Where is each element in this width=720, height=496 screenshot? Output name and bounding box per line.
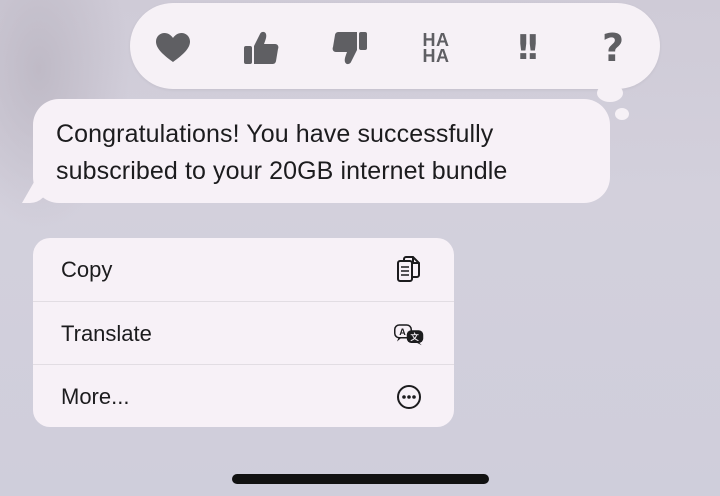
home-indicator[interactable] bbox=[232, 474, 489, 484]
double-exclamation-icon: !! bbox=[515, 28, 540, 68]
haha-reaction-button[interactable]: HA HA bbox=[413, 26, 459, 70]
menu-item-more[interactable]: More... bbox=[33, 365, 454, 427]
context-menu: Copy Translate A 文 More... bbox=[33, 238, 454, 427]
thumbs-down-reaction-button[interactable] bbox=[327, 26, 373, 70]
thumbs-down-icon bbox=[332, 32, 367, 65]
menu-item-translate[interactable]: Translate A 文 bbox=[33, 302, 454, 365]
haha-icon: HA HA bbox=[422, 31, 450, 66]
menu-item-copy[interactable]: Copy bbox=[33, 238, 454, 301]
reaction-bar-tail bbox=[597, 84, 623, 102]
message-bubble[interactable]: Congratulations! You have successfully s… bbox=[33, 99, 610, 203]
menu-item-label: More... bbox=[61, 383, 130, 409]
message-text: Congratulations! You have successfully s… bbox=[56, 120, 508, 185]
copy-icon bbox=[394, 255, 424, 285]
emphasize-reaction-button[interactable]: !! bbox=[502, 26, 548, 70]
haha-label-bottom: HA bbox=[422, 46, 450, 66]
question-mark-icon: ? bbox=[601, 26, 625, 70]
thumbs-up-icon bbox=[244, 31, 279, 64]
svg-text:文: 文 bbox=[411, 332, 420, 342]
heart-icon bbox=[156, 33, 190, 62]
more-icon bbox=[394, 382, 424, 412]
reaction-bar: HA HA !! ? bbox=[130, 3, 660, 89]
reaction-bar-tail-dot bbox=[615, 108, 629, 120]
menu-item-label: Translate bbox=[61, 320, 152, 346]
svg-text:A: A bbox=[399, 326, 406, 336]
translate-icon: A 文 bbox=[394, 319, 424, 349]
menu-item-label: Copy bbox=[61, 256, 113, 282]
question-reaction-button[interactable]: ? bbox=[590, 26, 636, 70]
thumbs-up-reaction-button[interactable] bbox=[238, 26, 284, 70]
heart-reaction-button[interactable] bbox=[150, 26, 196, 70]
